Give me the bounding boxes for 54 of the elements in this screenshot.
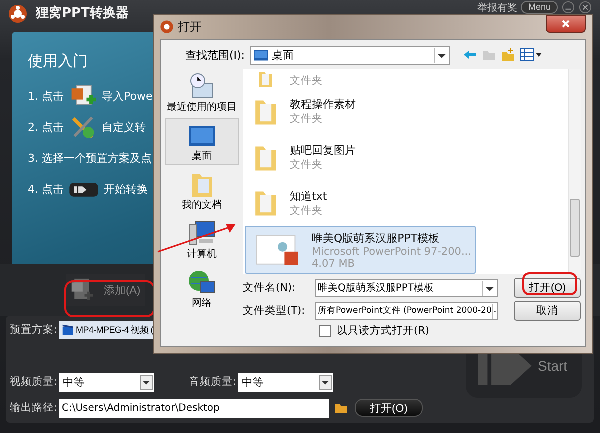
step-text: 2. 点击 — [28, 120, 64, 135]
open-button[interactable]: 打开(O) — [355, 399, 423, 417]
menu-button[interactable]: Menu — [521, 1, 558, 14]
document-add-icon — [70, 277, 94, 303]
cancel-button[interactable]: 取消 — [514, 301, 581, 321]
close-icon — [561, 19, 571, 29]
logo-icon — [160, 20, 174, 34]
place-item[interactable]: 计算机 — [165, 216, 239, 263]
output-path-label: 输出路径: — [10, 401, 56, 415]
step-text: 导入Powe — [102, 89, 153, 104]
close-button[interactable] — [546, 15, 586, 33]
file-name-field[interactable]: 唯美Q版萌系汉服PPT模板 — [315, 279, 498, 297]
file-item[interactable]: 教程操作素材 文件夹 — [243, 89, 444, 135]
dialog-title: 打开 — [178, 18, 202, 36]
report-link[interactable]: 举报有奖 — [477, 1, 518, 15]
file-type-select[interactable]: 所有PowerPoint文件 (PowerPoint 2000-20 — [315, 302, 498, 320]
video-quality-label: 视频质量: — [10, 375, 56, 389]
app-title: 狸窝PPT转换器 — [36, 4, 129, 23]
file-item[interactable]: 贴吧回复图片 文件夹 — [243, 134, 444, 180]
step-text: 3. 选择一个预置方案及点 — [28, 151, 152, 166]
step-text: 4. 点击 — [28, 182, 64, 197]
step-text: 开始转换 — [104, 182, 148, 197]
audio-quality-label: 音频质量: — [189, 375, 235, 389]
video-quality-select[interactable]: 中等 — [59, 372, 154, 392]
checkbox[interactable] — [319, 325, 331, 337]
file-item[interactable]: 唯美Q版萌系汉服PPT模板 Microsoft PowerPoint 97-200... 4.07 MB — [245, 226, 476, 274]
look-in-label: 查找范围(I): — [184, 48, 245, 62]
file-name-label: 文件名(N): — [243, 281, 297, 295]
preset-label: 预置方案: — [10, 323, 56, 337]
dropdown-arrow-icon[interactable] — [434, 48, 449, 62]
desktop-icon — [254, 50, 268, 60]
logo-icon — [8, 4, 28, 24]
audio-quality-select[interactable]: 中等 — [238, 372, 333, 392]
place-item[interactable]: 最近使用的项目 — [165, 69, 239, 116]
place-item[interactable]: 桌面 — [165, 118, 239, 165]
highlight-outline — [522, 272, 578, 296]
guide-heading: 使用入门 — [28, 52, 88, 71]
folder-icon[interactable] — [334, 402, 348, 414]
look-in-select[interactable]: 桌面 — [250, 46, 450, 64]
back-arrow-icon[interactable] — [463, 48, 477, 62]
step-text: 1. 点击 — [28, 89, 64, 104]
add-button[interactable]: 添加(A) — [66, 274, 145, 306]
presentation-thumbnail-icon — [256, 232, 300, 268]
video-clapper-icon — [62, 324, 74, 336]
checkbox-label: 以只读方式打开(R) — [337, 324, 430, 338]
minimize-icon[interactable] — [562, 1, 575, 14]
close-icon[interactable] — [579, 1, 592, 14]
place-item[interactable]: 网络 — [165, 265, 239, 312]
step-text: 自定义转 — [102, 120, 146, 135]
file-type-label: 文件类型(T): — [243, 304, 306, 318]
view-menu-icon[interactable] — [520, 48, 542, 62]
output-path-field[interactable]: C:\Users\Administrator\Desktop — [59, 398, 329, 418]
file-item[interactable]: 知道txt 文件夹 — [243, 180, 444, 226]
place-item[interactable]: 我的文档 — [165, 167, 239, 214]
